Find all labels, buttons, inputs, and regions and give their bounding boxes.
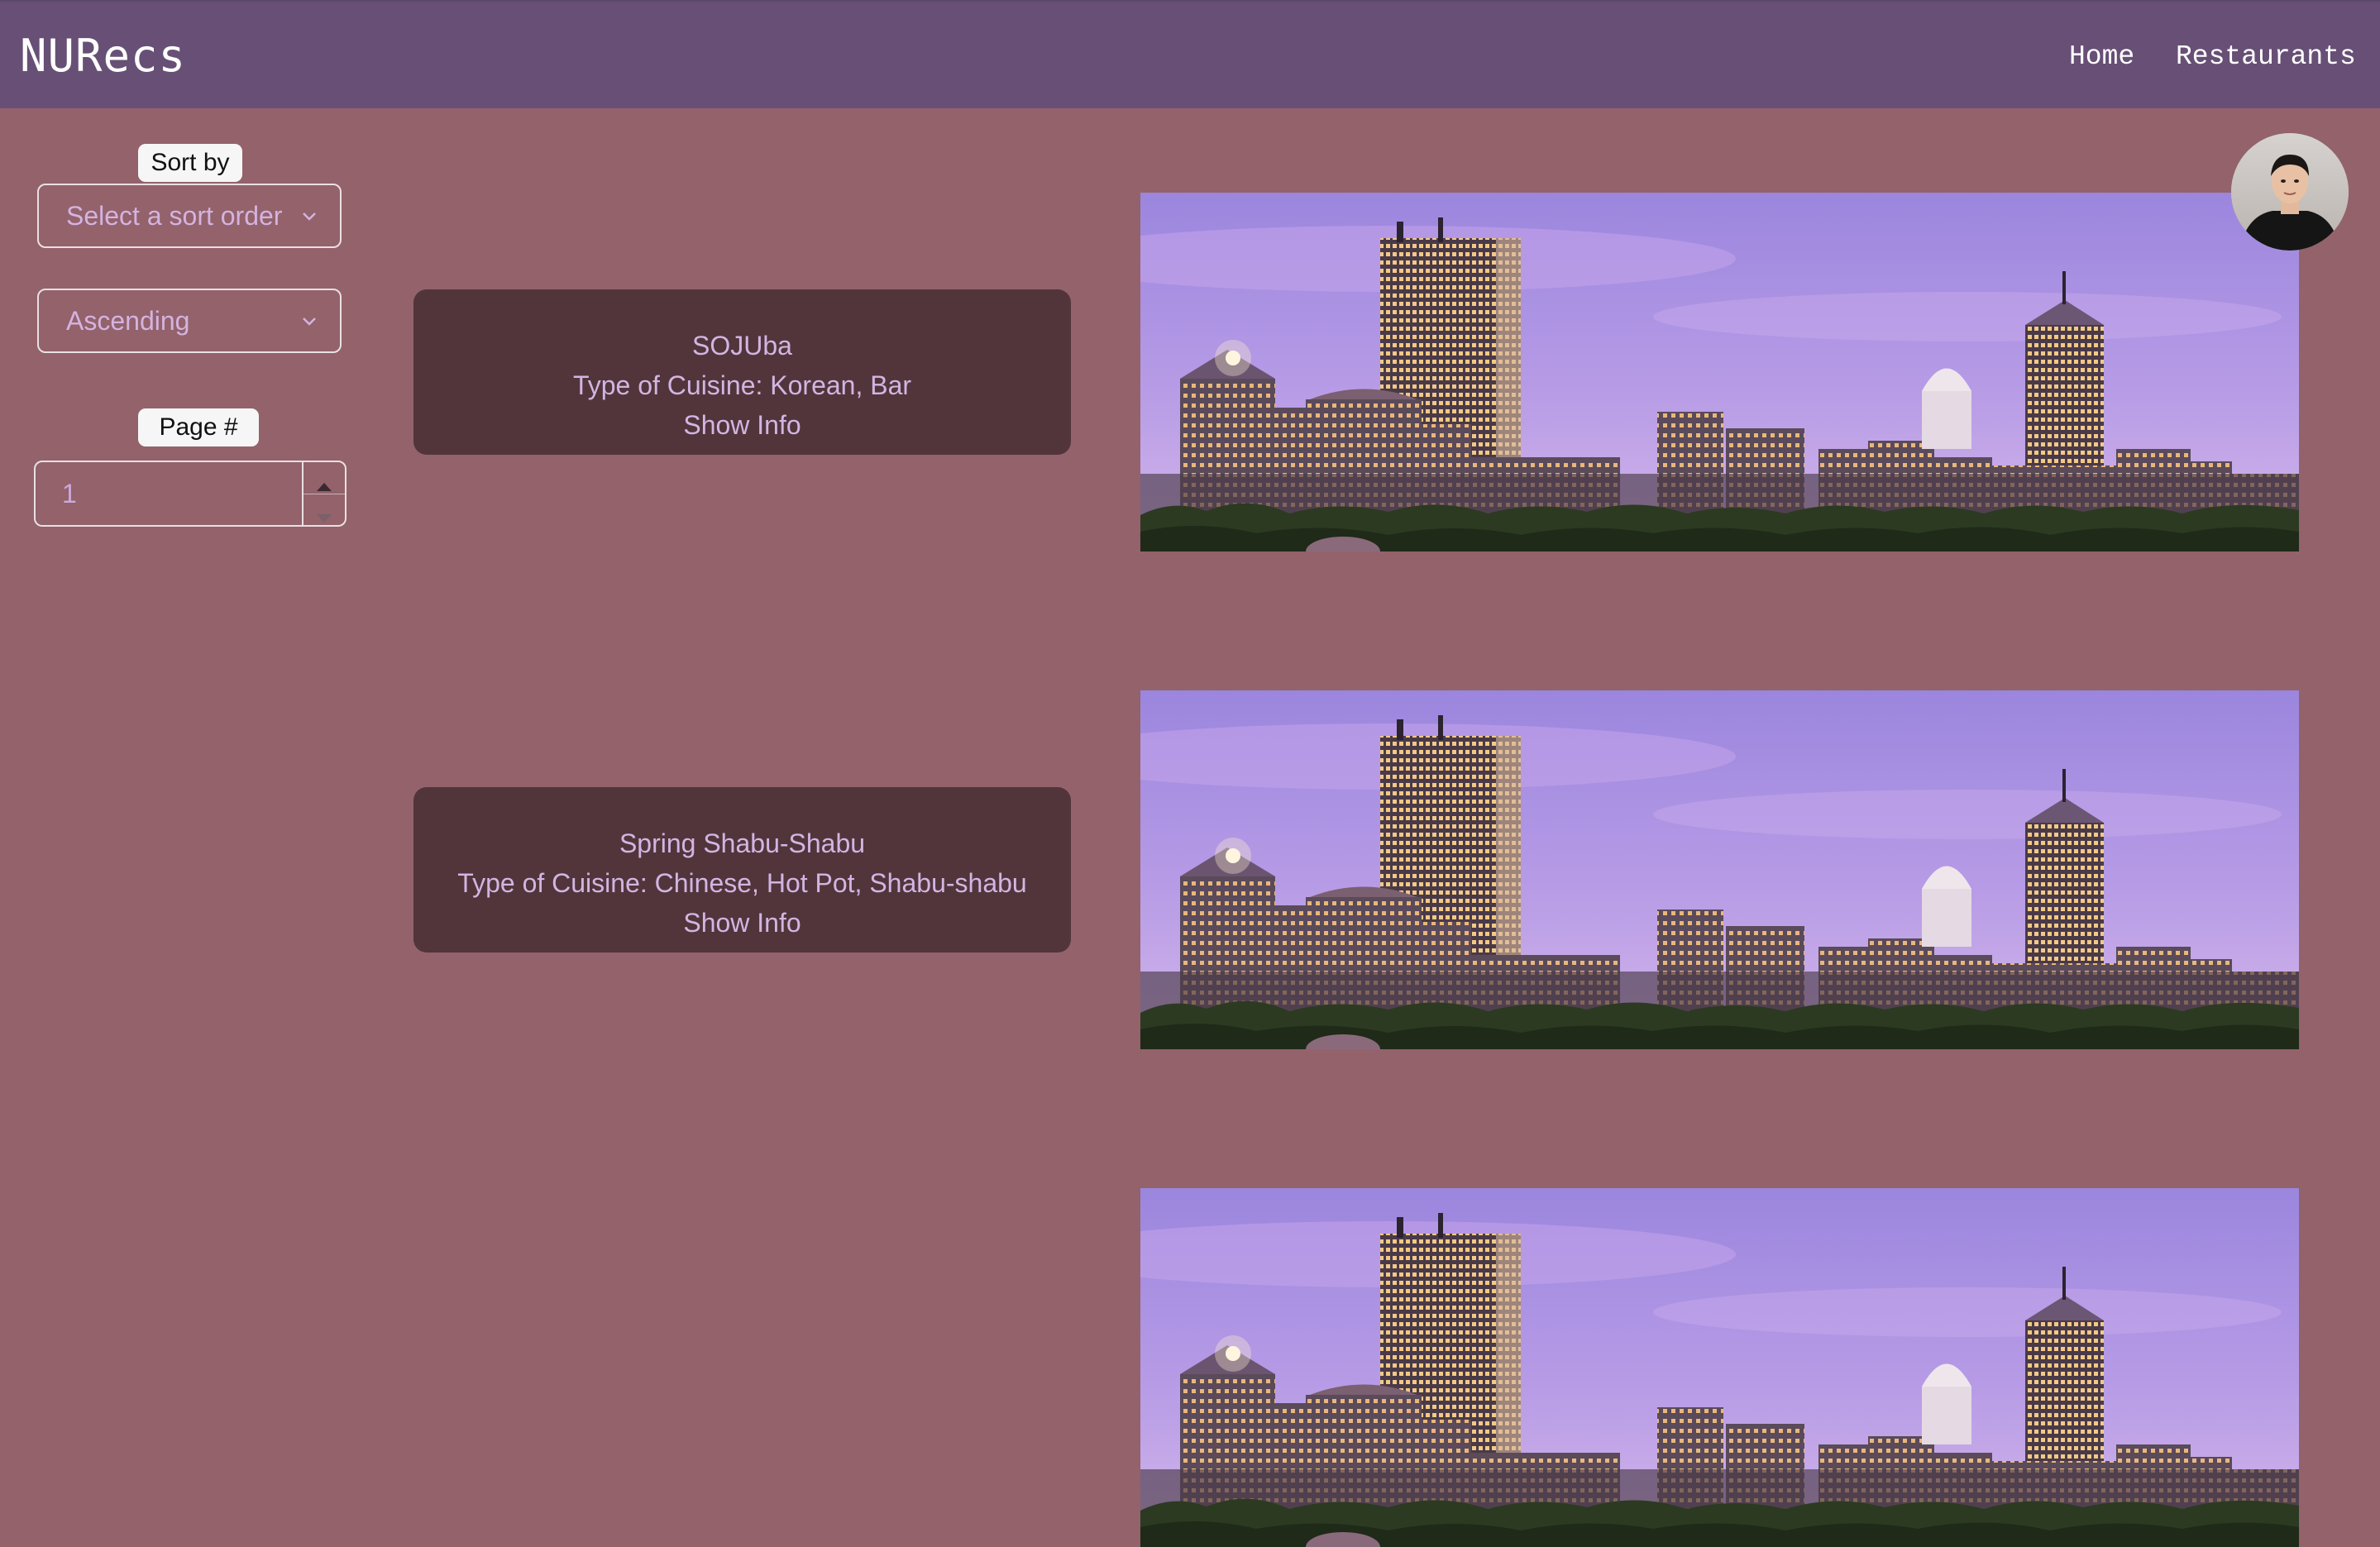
nav-link-restaurants[interactable]: Restaurants (2176, 41, 2356, 72)
navbar: NURecs Home Restaurants (0, 0, 2380, 108)
page-number-label: Page # (138, 408, 259, 446)
brand-logo[interactable]: NURecs (20, 30, 186, 82)
stepper-down-button[interactable] (303, 494, 345, 525)
skyline-image (1140, 1188, 2299, 1547)
sort-direction-value: Ascending (66, 306, 190, 336)
restaurant-cuisine: Type of Cuisine: Korean, Bar (572, 370, 912, 400)
show-info-button[interactable]: Show Info (413, 405, 1071, 445)
sort-order-placeholder: Select a sort order (66, 201, 283, 231)
chevron-down-icon (303, 212, 316, 221)
restaurant-card: Spring Shabu-Shabu Type of Cuisine: Chin… (413, 787, 1071, 953)
page-number-input[interactable]: 1 (34, 461, 346, 527)
restaurant-name: SOJUba (692, 331, 792, 360)
skyline-image (1140, 193, 2299, 551)
chevron-down-icon (303, 318, 316, 326)
show-info-button[interactable]: Show Info (413, 903, 1071, 943)
restaurant-name: Spring Shabu-Shabu (619, 828, 866, 858)
restaurant-cuisine: Type of Cuisine: Chinese, Hot Pot, Shabu… (457, 868, 1027, 898)
page-stepper (302, 462, 345, 525)
stepper-up-button[interactable] (303, 462, 345, 494)
sort-order-select[interactable]: Select a sort order (37, 184, 342, 248)
avatar[interactable] (2231, 133, 2349, 251)
nav-link-home[interactable]: Home (2069, 41, 2134, 72)
sort-direction-select[interactable]: Ascending (37, 289, 342, 353)
page-number-value: 1 (62, 479, 77, 509)
sort-by-label: Sort by (138, 144, 242, 182)
skyline-image (1140, 690, 2299, 1049)
triangle-down-icon (317, 514, 332, 523)
restaurant-card: SOJUba Type of Cuisine: Korean, Bar Show… (413, 289, 1071, 455)
